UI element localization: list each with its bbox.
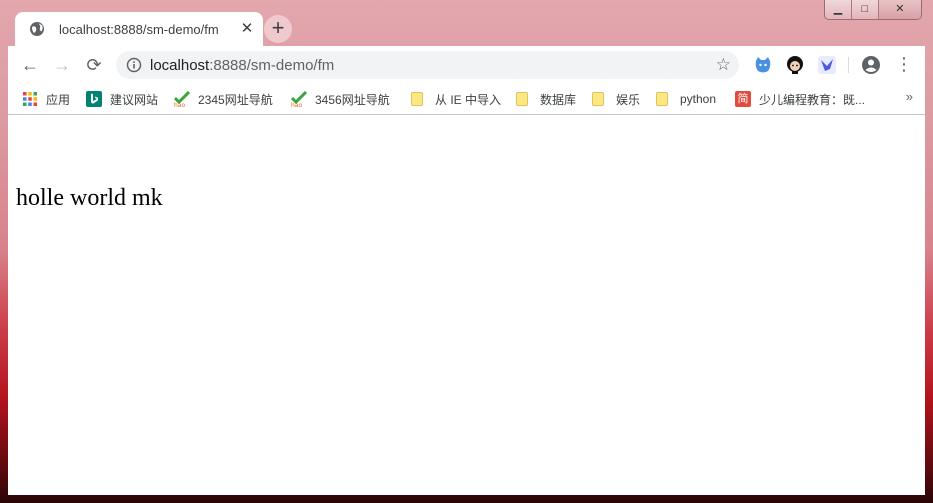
bookmark-kids-coding[interactable]: 简 少儿编程教育：既...: [735, 90, 865, 108]
tab-title: localhost:8888/sm-demo/fm: [59, 21, 219, 37]
folder-icon: [592, 92, 604, 106]
avatar-extension-icon[interactable]: [785, 55, 805, 75]
jian-icon: 简: [735, 91, 751, 107]
bookmark-label: 少儿编程教育：既...: [759, 92, 866, 107]
bookmark-label: 3456网址导航: [315, 92, 390, 107]
browser-window: localhost:8888/sm-demo/fm ✕ + ▁ □ ✕ ← → …: [8, 0, 925, 495]
bookmarks-overflow-icon[interactable]: »: [906, 89, 913, 104]
svg-text:hao: hao: [291, 102, 302, 107]
bookmark-label: 数据库: [540, 92, 577, 107]
bookmarks-bar: 应用 建议网站 hao 2345网址导航 hao 3456网址导航 从 IE 中…: [8, 83, 925, 115]
bookmark-2345[interactable]: hao 2345网址导航: [174, 90, 273, 108]
minimize-button[interactable]: ▁: [825, 0, 852, 19]
hao-icon: hao: [174, 91, 190, 107]
maximize-button[interactable]: □: [851, 0, 879, 19]
hao-icon: hao: [291, 91, 307, 107]
bookmark-suggested-sites[interactable]: 建议网站: [86, 90, 158, 108]
url-text[interactable]: localhost:8888/sm-demo/fm: [150, 57, 334, 74]
bookmark-label: 从 IE 中导入: [435, 92, 502, 107]
bookmark-folder-import-ie[interactable]: 从 IE 中导入: [411, 90, 501, 108]
cat-extension-icon[interactable]: [753, 55, 773, 75]
url-path: :8888/sm-demo/fm: [209, 57, 335, 74]
toolbar-separator: [848, 57, 849, 73]
forward-button[interactable]: →: [48, 51, 76, 79]
close-window-button[interactable]: ✕: [878, 0, 921, 19]
bookmark-label: 2345网址导航: [198, 92, 273, 107]
tab-strip: localhost:8888/sm-demo/fm ✕ + ▁ □ ✕: [8, 0, 925, 46]
toolbar: ← → ⟳ localhost:8888/sm-demo/fm ☆ ⋮: [8, 46, 925, 83]
page-content: holle world mk: [8, 115, 925, 495]
profile-icon[interactable]: [861, 55, 881, 75]
apps-grid-icon: [23, 92, 37, 106]
reload-button[interactable]: ⟳: [80, 51, 108, 79]
info-icon[interactable]: [126, 57, 142, 73]
bookmark-folder-entertainment[interactable]: 娱乐: [592, 90, 640, 108]
folder-icon: [656, 92, 668, 106]
folder-icon: [516, 92, 528, 106]
bookmark-label: 应用: [46, 92, 71, 107]
bing-icon: [86, 91, 102, 107]
tab-active[interactable]: localhost:8888/sm-demo/fm ✕: [15, 12, 263, 46]
bookmark-label: python: [680, 92, 717, 106]
page-text: holle world mk: [16, 185, 163, 211]
bookmark-label: 建议网站: [110, 92, 159, 107]
tab-close-icon[interactable]: ✕: [239, 21, 255, 37]
bookmark-folder-python[interactable]: python: [656, 90, 716, 108]
window-controls: ▁ □ ✕: [824, 0, 922, 20]
address-bar[interactable]: localhost:8888/sm-demo/fm ☆: [116, 51, 739, 79]
folder-icon: [411, 92, 423, 106]
bookmark-star-icon[interactable]: ☆: [716, 55, 731, 75]
bookmark-apps[interactable]: 应用: [22, 90, 70, 108]
bookmark-folder-database[interactable]: 数据库: [516, 90, 576, 108]
new-tab-button[interactable]: +: [264, 15, 292, 43]
back-button[interactable]: ←: [16, 51, 44, 79]
svg-text:hao: hao: [174, 102, 185, 107]
url-host: localhost: [150, 57, 210, 74]
bookmark-3456[interactable]: hao 3456网址导航: [291, 90, 390, 108]
menu-icon[interactable]: ⋮: [895, 53, 913, 77]
bird-extension-icon[interactable]: [817, 55, 837, 75]
bookmark-label: 娱乐: [616, 92, 641, 107]
globe-icon: [30, 22, 44, 36]
